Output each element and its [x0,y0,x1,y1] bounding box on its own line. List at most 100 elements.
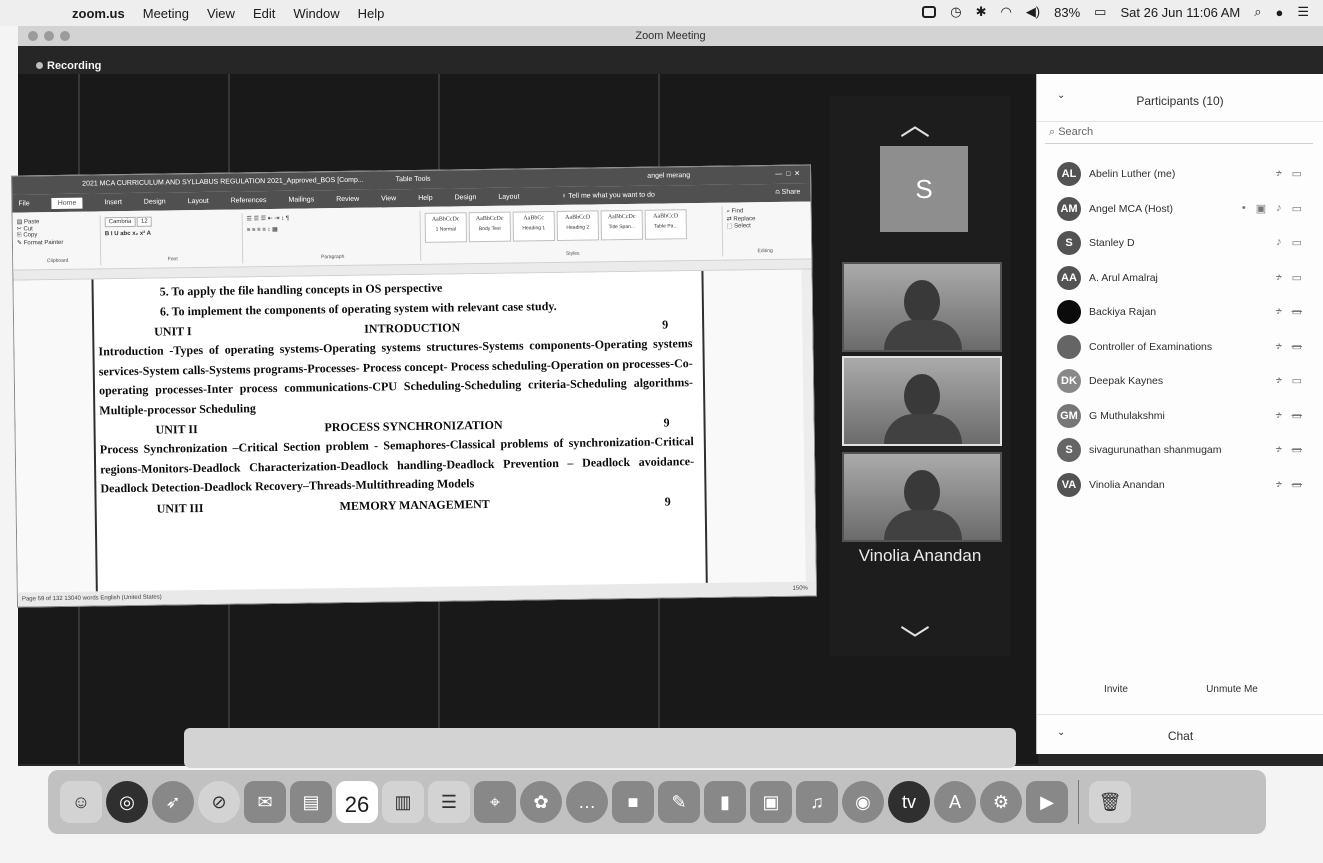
bluetooth-icon[interactable]: ✱ [976,4,987,20]
participant-row[interactable]: Backiya Rajan ♪ ▭ [1037,296,1323,331]
app-store-icon[interactable]: A [934,781,976,823]
style-title-span[interactable]: AaBbCcDc Title Span... [600,209,643,241]
user-name[interactable]: angel merang [647,167,690,186]
style-heading-1[interactable]: AaBbCc Heading 1 [512,211,555,242]
mic-off-icon[interactable]: ♪ [1276,167,1282,180]
safari-icon[interactable]: ⊘ [198,781,240,823]
tab-insert[interactable]: Insert [104,199,122,206]
notification-center-icon[interactable]: ☰ [1297,4,1309,20]
tab-table-design[interactable]: Design [455,194,477,201]
video-tile[interactable] [842,452,1002,542]
tab-review[interactable]: Review [336,195,359,202]
camera-off-icon[interactable]: ▭ [1292,305,1302,318]
camera-off-icon[interactable]: ▭ [1292,340,1302,353]
numbers-icon[interactable]: ▮ [704,781,746,823]
tell-me-input[interactable]: ♀ Tell me what you want to do [561,191,655,199]
clock[interactable]: Sat 26 Jun 11:06 AM [1120,5,1240,20]
document-page[interactable]: 5. To apply the file handling concepts i… [91,270,708,592]
system-preferences-icon[interactable]: ⚙ [980,781,1022,823]
video-tile-active-speaker[interactable] [842,356,1002,446]
mic-icon[interactable]: ♪ [1276,236,1282,249]
camera-icon[interactable]: ▭ [1292,271,1302,284]
font-format-buttons[interactable]: B I U abc x₂ x² A [105,229,240,238]
mic-off-icon[interactable]: ♪ [1276,271,1282,284]
tab-design[interactable]: Design [144,198,166,205]
facetime-icon[interactable]: ■ [612,781,654,823]
notes-icon[interactable]: ▤ [290,781,332,823]
calendar-icon[interactable]: 26 [336,781,378,823]
reminders-icon[interactable]: ☰ [428,781,470,823]
mic-off-icon[interactable]: ♪ [1276,374,1282,387]
select-button[interactable]: ⬚ Select [727,222,803,229]
format-painter-button[interactable]: ✎ Format Painter [17,238,98,247]
minimize-window-button[interactable] [44,31,54,41]
tab-file[interactable]: File [18,200,29,207]
zoom-level[interactable]: 150% [792,582,808,596]
tab-mailings[interactable]: Mailings [288,196,314,203]
zoom-window-button[interactable] [60,31,70,41]
align-buttons[interactable]: ≡ ≡ ≡ ≡ ↕ ▦ [247,224,418,233]
menu-meeting[interactable]: Meeting [143,6,189,21]
mic-off-icon[interactable]: ♪ [1276,478,1282,491]
spotlight-icon[interactable]: ⌕ [1254,4,1261,20]
menu-help[interactable]: Help [358,6,385,21]
tab-layout[interactable]: Layout [188,197,209,204]
script-editor-icon[interactable]: ✎ [658,781,700,823]
participant-row[interactable]: Ssivagurunathan shanmugam ♪ ▭ [1037,434,1323,469]
chevron-up-icon[interactable]: ︿ [900,100,930,144]
podcasts-icon[interactable]: ◉ [842,781,884,823]
font-size-select[interactable]: 12 [136,216,152,227]
wifi-icon[interactable]: ◠ [1000,4,1011,20]
mic-off-icon[interactable]: ♪ [1276,340,1282,353]
camera-off-icon[interactable]: ▭ [1292,443,1302,456]
menu-view[interactable]: View [207,6,235,21]
participant-row[interactable]: AM Angel MCA (Host) • ▣ ♪ ▭ [1037,193,1323,228]
siri-icon[interactable]: ◎ [106,781,148,823]
font-name-select[interactable]: Cambria [104,216,136,228]
window-buttons[interactable]: — □ ✕ [775,166,800,184]
finder-icon[interactable]: ☺ [60,781,102,823]
textedit-icon[interactable]: ▥ [382,781,424,823]
participant-row[interactable]: GM G Muthulakshmi ♪ ▭ [1037,400,1323,435]
unmute-me-button[interactable]: Unmute Me [1187,684,1277,695]
participant-row[interactable]: DK Deepak Kaynes ♪ ▭ [1037,365,1323,400]
trash-icon[interactable]: 🗑 [1089,781,1131,823]
maps-icon[interactable]: ⌖ [474,781,516,823]
photos-icon[interactable]: ✿ [520,781,562,823]
zoom-icon[interactable]: ▶ [1026,781,1068,823]
tab-help[interactable]: Help [418,194,433,201]
chevron-down-icon[interactable]: ﹀ [900,616,930,660]
camera-icon[interactable]: ▭ [1292,374,1302,387]
participant-row[interactable]: AA A. Arul Amalraj ♪ ▭ [1037,262,1323,297]
keynote-icon[interactable]: ▣ [750,781,792,823]
tv-icon[interactable]: tv [888,781,930,823]
tab-home[interactable]: Home [51,197,83,209]
messages-icon[interactable]: … [566,781,608,823]
participant-row[interactable]: S Stanley D ♪ ▭ [1037,227,1323,262]
tab-view[interactable]: View [381,195,396,202]
tab-references[interactable]: References [231,197,267,204]
mail-icon[interactable]: ✉ [244,781,286,823]
camera-off-icon[interactable]: ▭ [1292,409,1302,422]
tab-table-layout[interactable]: Layout [498,193,519,200]
participant-tile-initial[interactable]: S [880,146,968,232]
music-icon[interactable]: ♫ [796,781,838,823]
participant-row[interactable]: VA Vinolia Anandan ♪ ▭ [1037,469,1323,504]
menu-window[interactable]: Window [293,6,339,21]
control-center-icon[interactable]: ● [1275,5,1283,20]
style-table-para[interactable]: AaBbCcD Table Pa... [644,209,687,240]
participant-row[interactable]: Controller of Examinations ♪ ▭ [1037,331,1323,366]
style-body-text[interactable]: AaBbCcDc Body Text [468,211,511,243]
mic-icon[interactable]: ♪ [1276,202,1282,215]
volume-icon[interactable]: ◀) [1026,4,1040,20]
search-input[interactable]: ⌕ Search [1045,126,1313,144]
participant-row[interactable]: AL Abelin Luther (me) ♪ ▭ [1037,158,1323,193]
mic-off-icon[interactable]: ♪ [1276,409,1282,422]
camera-icon[interactable]: ▭ [1292,202,1302,215]
camera-icon[interactable]: ▭ [1292,167,1302,180]
list-buttons[interactable]: ☰ ☰ ☰ ⇤ ⇥ ↕ ¶ [247,213,418,223]
clock-icon[interactable]: ◷ [950,4,961,20]
style-heading-2[interactable]: AaBbCcD Heading 2 [556,210,599,241]
camera-icon[interactable]: ▭ [1292,236,1302,249]
video-tile[interactable] [842,262,1002,352]
